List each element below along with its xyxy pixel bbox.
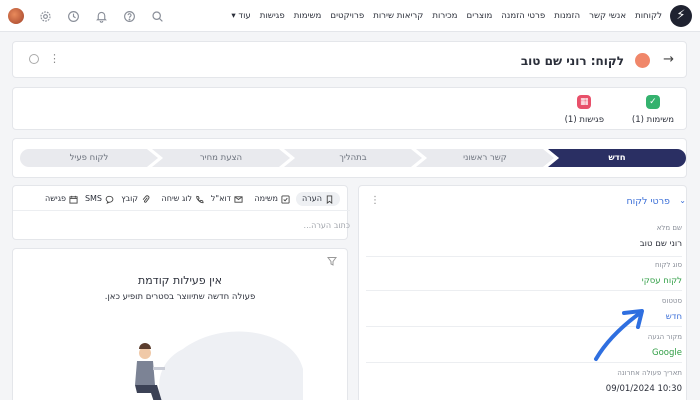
empty-state-illustration (135, 331, 303, 400)
stage-quote[interactable]: הצעת מחיר (152, 149, 290, 167)
details-section-title[interactable]: פרטי לקוח (626, 196, 670, 207)
nav-item-meetings[interactable]: פגישות (260, 11, 285, 21)
bell-icon[interactable] (94, 9, 108, 23)
note-input[interactable]: כתוב הערה... (25, 221, 350, 230)
nav-item-service-calls[interactable]: קריאות שירות (373, 11, 423, 21)
calendar-icon: ▦ (577, 95, 592, 109)
field-value: לקוח עסקי (641, 276, 682, 286)
paperclip-icon (142, 194, 150, 203)
field-label: שם מלא (656, 224, 682, 232)
nav-item-projects[interactable]: פרויקטים (330, 11, 364, 21)
nav-more-label: עוד (238, 11, 251, 21)
tab-task-label: משימה (254, 194, 278, 203)
divider (366, 290, 682, 291)
divider (366, 256, 682, 257)
summary-meetings[interactable]: ▦ פגישות (1) (565, 95, 604, 125)
nav-icons (8, 0, 164, 32)
stage-initial-contact[interactable]: קשר ראשוני (416, 149, 554, 167)
help-icon[interactable] (122, 9, 136, 23)
tab-file-label: קובץ (121, 194, 138, 203)
details-more-icon[interactable]: ⋮ (370, 195, 380, 206)
summary-meetings-label: פגישות (1) (564, 115, 604, 125)
chevron-down-icon[interactable]: ⌄ (679, 196, 686, 205)
stage-new[interactable]: חדש (548, 149, 686, 167)
clock-icon[interactable] (66, 9, 80, 23)
checkbox-icon (281, 194, 290, 204)
field-label: סטטוס (661, 297, 682, 305)
field-label: סוג לקוח (655, 261, 682, 269)
record-header: → לקוח: רוני שם טוב ⋮ (12, 41, 687, 78)
nav-item-contacts[interactable]: אנשי קשר (589, 11, 626, 21)
pipeline: לקוח פעיל הצעת מחיר בתהליך קשר ראשוני חד… (20, 149, 686, 167)
chat-icon (105, 195, 114, 204)
app-logo[interactable]: ⚡ (670, 5, 692, 27)
field-customer-type[interactable]: סוג לקוח לקוח עסקי (366, 261, 682, 286)
back-arrow-icon[interactable]: → (663, 52, 674, 67)
nav-item-customers[interactable]: לקוחות (635, 11, 662, 21)
tab-email[interactable]: דוא"ל (211, 192, 243, 206)
tasks-icon: ✓ (645, 95, 660, 109)
nav-more-dropdown[interactable]: עוד ▾ (231, 11, 250, 21)
tab-sms-label: SMS (84, 194, 102, 203)
nav-item-tasks[interactable]: משימות (294, 11, 322, 21)
filter-icon[interactable] (327, 256, 337, 266)
gear-icon[interactable] (38, 9, 52, 23)
details-panel (358, 185, 687, 400)
close-icon[interactable] (29, 54, 39, 64)
tab-file[interactable]: קובץ (121, 192, 150, 206)
bookmark-icon (326, 194, 333, 204)
tab-note-label: הערה (302, 194, 322, 203)
mail-icon (234, 195, 243, 203)
tab-meeting-label: פגישה (45, 194, 66, 203)
divider (13, 210, 350, 211)
field-full-name[interactable]: שם מלא רוני שם טוב (366, 224, 682, 249)
nav-item-orders[interactable]: הזמנות (554, 11, 580, 21)
search-icon[interactable] (150, 9, 164, 23)
calendar-icon (69, 195, 78, 204)
empty-state-title: אין פעילות קודמת (137, 274, 222, 287)
tab-meeting[interactable]: פגישה (45, 192, 78, 206)
tab-call-log-label: לוג שיחה (161, 194, 192, 203)
phone-icon (196, 195, 204, 203)
summary-tasks-label: משימות (1) (631, 115, 674, 125)
stage-in-progress[interactable]: בתהליך (284, 149, 422, 167)
nav-menu: לקוחות אנשי קשר הזמנות פרטי הזמנה מוצרים… (231, 0, 662, 32)
page-title: לקוח: רוני שם טוב (520, 54, 624, 68)
tab-task[interactable]: משימה (254, 192, 290, 206)
more-options-icon[interactable]: ⋮ (49, 52, 60, 65)
field-value: 09/01/2024 10:30 (605, 384, 682, 394)
tab-note[interactable]: הערה (296, 192, 340, 206)
field-value: רוני שם טוב (639, 239, 682, 249)
stage-active-customer[interactable]: לקוח פעיל (20, 149, 158, 167)
top-nav: ⚡ לקוחות אנשי קשר הזמנות פרטי הזמנה מוצר… (0, 0, 700, 32)
nav-item-products[interactable]: מוצרים (467, 11, 493, 21)
tab-sms[interactable]: SMS (85, 192, 114, 206)
tab-call-log[interactable]: לוג שיחה (162, 192, 204, 206)
annotation-arrow (594, 309, 644, 361)
summary-tasks[interactable]: ✓ משימות (1) (632, 95, 674, 125)
field-label: תאריך פעולה אחרונה (617, 369, 682, 377)
nav-item-sales[interactable]: מכירות (432, 11, 457, 21)
customer-icon (635, 53, 650, 68)
activity-stream (12, 248, 348, 400)
nav-item-order-details[interactable]: פרטי הזמנה (501, 11, 545, 21)
field-last-action-date[interactable]: תאריך פעולה אחרונה 09/01/2024 10:30 (366, 369, 682, 394)
avatar[interactable] (8, 8, 24, 24)
empty-state-subtitle: פעולה חדשה שתיווצר בסטרים תופיע כאן. (104, 292, 256, 302)
summary-bar: ✓ משימות (1) ▦ פגישות (1) (12, 87, 687, 130)
tab-email-label: דוא"ל (210, 194, 231, 203)
